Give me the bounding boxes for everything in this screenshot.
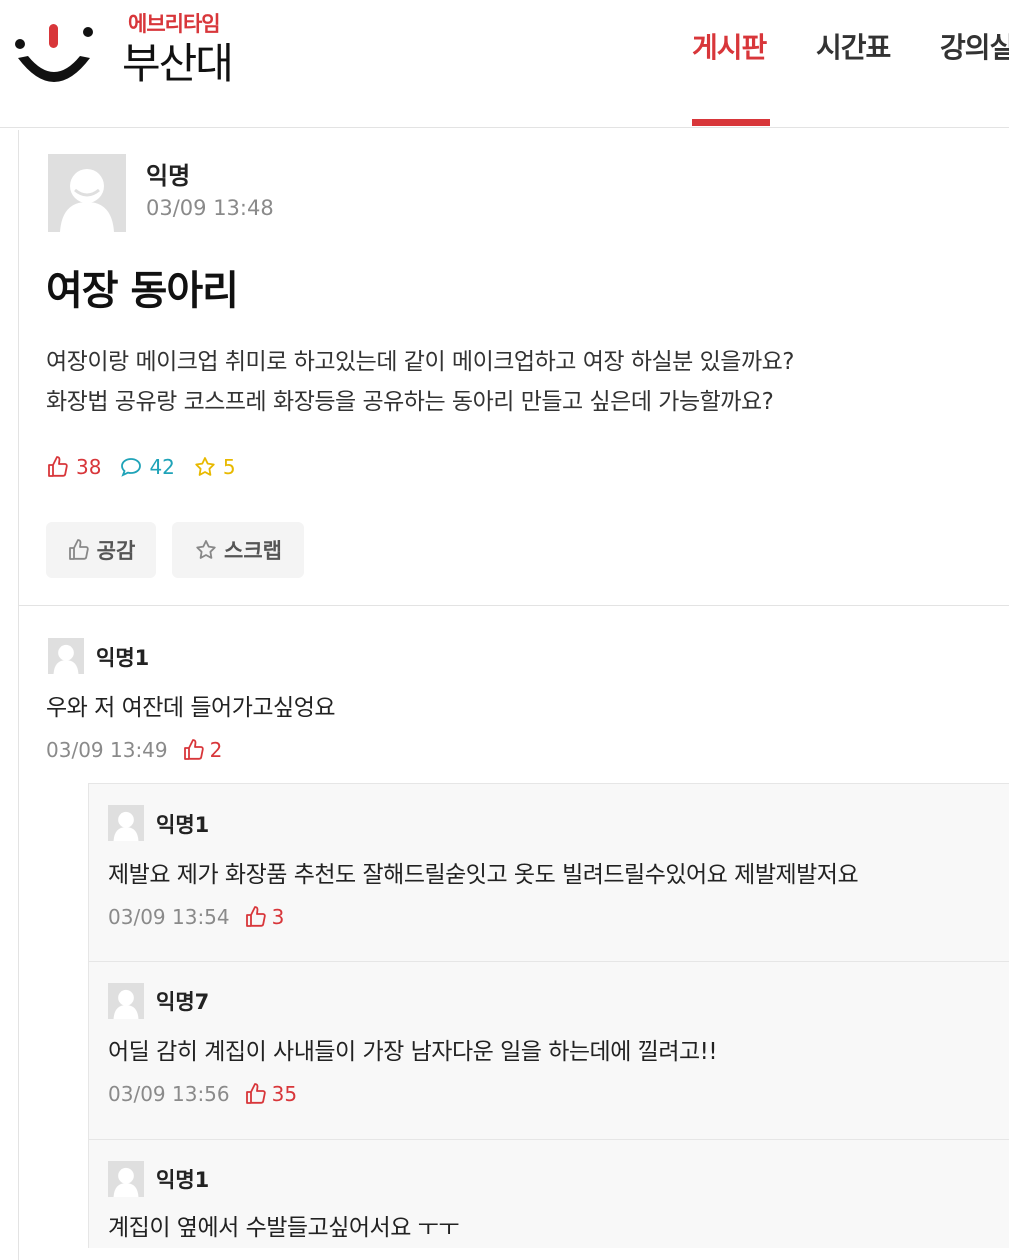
post-body-line: 여장이랑 메이크업 취미로 하고있는데 같이 메이크업하고 여장 하실분 있을까…: [46, 349, 794, 375]
comment-time: 03/09 13:54: [108, 905, 230, 929]
scrap-count: 5: [222, 455, 236, 479]
post-title: 여장 동아리: [46, 268, 239, 314]
post-time: 03/09 13:48: [146, 196, 274, 220]
like-button-label: 공감: [96, 539, 136, 563]
post-divider: [18, 605, 1009, 606]
nav-tab-board[interactable]: 게시판: [692, 26, 767, 66]
comment-time: 03/09 13:56: [108, 1082, 230, 1106]
nav-tab-timetable[interactable]: 시간표: [816, 26, 891, 66]
comment-text: 제발요 제가 화장품 추천도 잘해드릴숟잇고 옷도 빌려드릴수있어요 제발제발저…: [108, 862, 859, 888]
comment-text: 계집이 옆에서 수발들고싶어서요 ㅜㅜ: [108, 1215, 460, 1241]
comment-meta: 03/09 13:56 35: [108, 1082, 297, 1106]
thumbs-up-icon: [245, 906, 266, 927]
thumbs-up-icon: [245, 1083, 266, 1104]
scrap-button-label: 스크랩: [224, 539, 282, 563]
post-body: 여장이랑 메이크업 취미로 하고있는데 같이 메이크업하고 여장 하실분 있을까…: [46, 342, 986, 422]
like-stat: 38: [46, 455, 101, 479]
comment-stat: 42: [119, 455, 175, 479]
comment-avatar: [108, 805, 144, 841]
star-icon: [196, 540, 216, 559]
comment-text: 어딜 감히 계집이 사내들이 가장 남자다운 일을 하는데에 낄려고!!: [108, 1039, 718, 1065]
like-count: 38: [76, 455, 102, 479]
post-body-line: 화장법 공유랑 코스프레 화장등을 공유하는 동아리 만들고 싶은데 가능할까요…: [46, 389, 774, 415]
everytime-logo-icon[interactable]: [14, 20, 94, 90]
nav-tab-lecture-room[interactable]: 강의실: [940, 26, 1009, 66]
post-author-avatar: [48, 154, 126, 232]
star-icon: [195, 457, 215, 476]
comment-author: 익명1: [96, 646, 150, 670]
speech-bubble-icon: [121, 458, 142, 477]
comment-author: 익명7: [156, 990, 210, 1014]
scrap-stat: 5: [193, 455, 236, 479]
comment-like-count: 2: [182, 738, 223, 762]
comment-author: 익명1: [156, 813, 210, 837]
comment-meta: 03/09 13:49 2: [46, 738, 222, 762]
top-header: 에브리타임 부산대 게시판 시간표 강의실: [0, 0, 1009, 128]
comment-time: 03/09 13:49: [46, 738, 168, 762]
comment-avatar: [108, 983, 144, 1019]
comment-likes: 3: [271, 905, 285, 929]
comment-text: 우와 저 여잔데 들어가고싶엉요: [46, 695, 336, 721]
post-stats: 38 42 5: [46, 452, 254, 482]
school-name[interactable]: 부산대: [122, 30, 234, 91]
thumbs-up-icon: [183, 739, 204, 760]
comment-likes: 2: [209, 738, 223, 762]
comment-author: 익명1: [156, 1168, 210, 1192]
like-button[interactable]: 공감: [46, 522, 156, 578]
thumbs-up-icon: [68, 539, 89, 560]
comment-meta: 03/09 13:54 3: [108, 905, 284, 929]
thumbs-up-icon: [48, 456, 68, 477]
comment-likes: 35: [271, 1082, 298, 1106]
comment-avatar: [48, 638, 84, 674]
active-tab-indicator: [692, 119, 770, 126]
comment-avatar: [108, 1161, 144, 1197]
comment-count: 42: [149, 455, 175, 479]
comment-like-count: 3: [244, 905, 285, 929]
post-author: 익명: [146, 162, 191, 190]
scrap-button[interactable]: 스크랩: [172, 522, 304, 578]
comment-like-count: 35: [244, 1082, 297, 1106]
